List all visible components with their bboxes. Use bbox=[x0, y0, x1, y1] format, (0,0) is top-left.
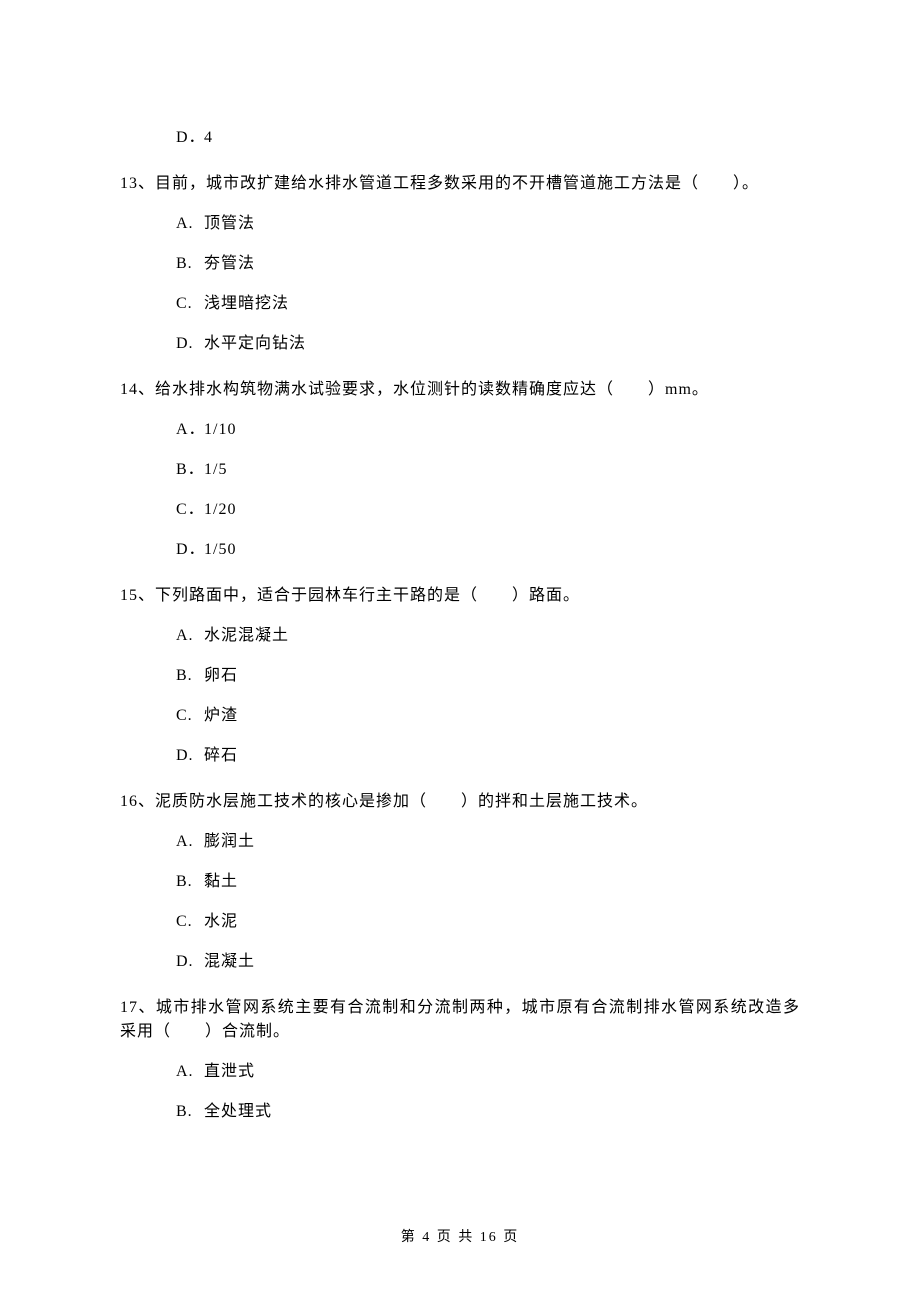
question-number: 17、 bbox=[120, 999, 156, 1016]
option-item: C．1/20 bbox=[176, 498, 800, 522]
options-block-17: A.直泄式 B.全处理式 bbox=[176, 1060, 800, 1124]
option-item: A.水泥混凝土 bbox=[176, 624, 800, 648]
option-letter: C． bbox=[176, 498, 204, 522]
option-item: A.直泄式 bbox=[176, 1060, 800, 1084]
option-letter: C. bbox=[176, 910, 204, 934]
option-text: 直泄式 bbox=[204, 1063, 255, 1080]
option-letter: B. bbox=[176, 1100, 204, 1124]
option-item: D．4 bbox=[176, 126, 800, 150]
option-letter: B. bbox=[176, 664, 204, 688]
question-13: 13、目前，城市改扩建给水排水管道工程多数采用的不开槽管道施工方法是（ ）。 bbox=[120, 172, 800, 196]
options-block-13: A.顶管法 B.夯管法 C.浅埋暗挖法 D.水平定向钻法 bbox=[176, 212, 800, 356]
option-item: B.夯管法 bbox=[176, 252, 800, 276]
option-item: C.炉渣 bbox=[176, 704, 800, 728]
option-text: 卵石 bbox=[204, 667, 238, 684]
option-text: 1/10 bbox=[204, 421, 236, 438]
question-14: 14、给水排水构筑物满水试验要求，水位测针的读数精确度应达（ ）mm。 bbox=[120, 378, 800, 402]
question-number: 15、 bbox=[120, 587, 155, 604]
option-text: 夯管法 bbox=[204, 255, 255, 272]
option-item: B.全处理式 bbox=[176, 1100, 800, 1124]
option-item: D.碎石 bbox=[176, 744, 800, 768]
option-text: 4 bbox=[204, 129, 213, 146]
orphan-option-block: D．4 bbox=[176, 126, 800, 150]
option-text: 全处理式 bbox=[204, 1103, 272, 1120]
option-item: D.混凝土 bbox=[176, 950, 800, 974]
option-text: 混凝土 bbox=[204, 953, 255, 970]
option-text: 膨润土 bbox=[204, 833, 255, 850]
question-15: 15、下列路面中，适合于园林车行主干路的是（ ）路面。 bbox=[120, 584, 800, 608]
option-item: B．1/5 bbox=[176, 458, 800, 482]
option-letter: D． bbox=[176, 538, 204, 562]
option-item: B.卵石 bbox=[176, 664, 800, 688]
option-text: 水平定向钻法 bbox=[204, 335, 306, 352]
option-letter: C. bbox=[176, 292, 204, 316]
option-text: 黏土 bbox=[204, 873, 238, 890]
options-block-16: A.膨润土 B.黏土 C.水泥 D.混凝土 bbox=[176, 830, 800, 974]
option-item: B.黏土 bbox=[176, 870, 800, 894]
option-letter: D. bbox=[176, 332, 204, 356]
question-text: 泥质防水层施工技术的核心是掺加（ ）的拌和土层施工技术。 bbox=[155, 793, 648, 810]
option-letter: D. bbox=[176, 744, 204, 768]
option-text: 炉渣 bbox=[204, 707, 238, 724]
option-item: D．1/50 bbox=[176, 538, 800, 562]
question-number: 14、 bbox=[120, 381, 155, 398]
option-item: A.顶管法 bbox=[176, 212, 800, 236]
option-text: 1/50 bbox=[204, 541, 236, 558]
question-16: 16、泥质防水层施工技术的核心是掺加（ ）的拌和土层施工技术。 bbox=[120, 790, 800, 814]
question-text: 目前，城市改扩建给水排水管道工程多数采用的不开槽管道施工方法是（ ）。 bbox=[155, 175, 759, 192]
option-letter: D. bbox=[176, 950, 204, 974]
options-block-15: A.水泥混凝土 B.卵石 C.炉渣 D.碎石 bbox=[176, 624, 800, 768]
option-item: A.膨润土 bbox=[176, 830, 800, 854]
option-letter: D． bbox=[176, 126, 204, 150]
option-letter: B. bbox=[176, 252, 204, 276]
question-text: 城市排水管网系统主要有合流制和分流制两种，城市原有合流制排水管网系统改造多采用（… bbox=[120, 999, 800, 1040]
question-number: 13、 bbox=[120, 175, 155, 192]
option-letter: C. bbox=[176, 704, 204, 728]
option-text: 浅埋暗挖法 bbox=[204, 295, 289, 312]
question-number: 16、 bbox=[120, 793, 155, 810]
question-text: 给水排水构筑物满水试验要求，水位测针的读数精确度应达（ ）mm。 bbox=[155, 381, 709, 398]
option-item: A．1/10 bbox=[176, 418, 800, 442]
option-item: C.水泥 bbox=[176, 910, 800, 934]
option-text: 水泥 bbox=[204, 913, 238, 930]
option-item: C.浅埋暗挖法 bbox=[176, 292, 800, 316]
option-letter: A. bbox=[176, 212, 204, 236]
question-17: 17、城市排水管网系统主要有合流制和分流制两种，城市原有合流制排水管网系统改造多… bbox=[120, 996, 800, 1044]
option-text: 水泥混凝土 bbox=[204, 627, 289, 644]
option-text: 顶管法 bbox=[204, 215, 255, 232]
option-text: 碎石 bbox=[204, 747, 238, 764]
option-text: 1/20 bbox=[204, 501, 236, 518]
option-text: 1/5 bbox=[204, 461, 227, 478]
option-letter: B． bbox=[176, 458, 204, 482]
question-text: 下列路面中，适合于园林车行主干路的是（ ）路面。 bbox=[155, 587, 580, 604]
option-letter: B. bbox=[176, 870, 204, 894]
option-item: D.水平定向钻法 bbox=[176, 332, 800, 356]
page-footer: 第 4 页 共 16 页 bbox=[0, 1227, 920, 1248]
option-letter: A. bbox=[176, 1060, 204, 1084]
option-letter: A. bbox=[176, 830, 204, 854]
option-letter: A． bbox=[176, 418, 204, 442]
option-letter: A. bbox=[176, 624, 204, 648]
options-block-14: A．1/10 B．1/5 C．1/20 D．1/50 bbox=[176, 418, 800, 562]
